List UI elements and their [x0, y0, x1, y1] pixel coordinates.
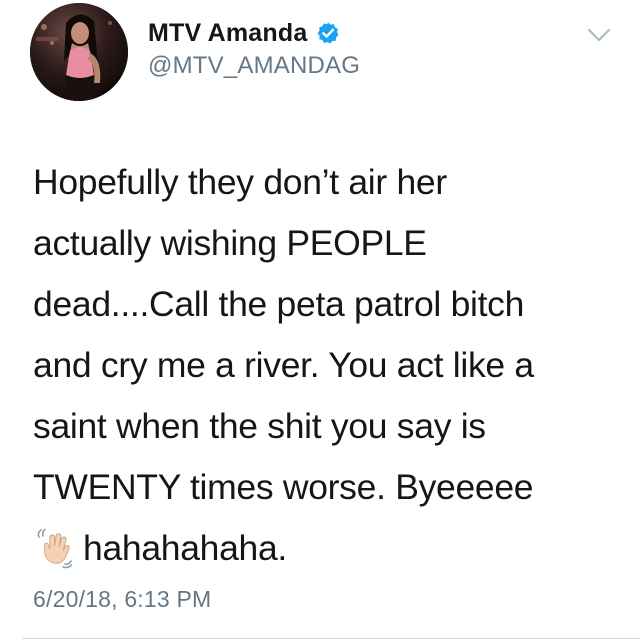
author-name-row[interactable]: MTV Amanda [148, 16, 340, 50]
chevron-down-icon[interactable] [587, 27, 611, 43]
author-avatar[interactable] [30, 3, 128, 101]
tweet-text-line: actually wishing PEOPLE [33, 223, 427, 263]
author-display-name[interactable]: MTV Amanda [148, 19, 307, 48]
tweet-text-line: hahahahaha. [83, 528, 287, 568]
divider [22, 638, 640, 639]
tweet-timestamp[interactable]: 6/20/18, 6:13 PM [33, 586, 211, 613]
tweet-card: MTV Amanda @MTV_AMANDAG Hopefully they d… [0, 0, 640, 642]
tweet-text-line: dead....Call the peta patrol bitch [33, 284, 525, 324]
tweet-text-line: saint when the shit you say is [33, 406, 486, 446]
tweet-text-line: Hopefully they don’t air her [33, 162, 447, 202]
tweet-text: Hopefully they don’t air her actually wi… [33, 152, 613, 579]
tweet-text-line: TWENTY times worse. Byeeeee [33, 467, 534, 507]
tweet-text-line: and cry me a river. You act like a [33, 345, 534, 385]
waving-hand-emoji-icon [37, 528, 73, 569]
verified-badge-icon [317, 22, 339, 44]
author-handle[interactable]: @MTV_AMANDAG [148, 52, 360, 80]
tweet-text-last-line: hahahahaha. [33, 518, 613, 579]
avatar-photo [30, 3, 128, 101]
